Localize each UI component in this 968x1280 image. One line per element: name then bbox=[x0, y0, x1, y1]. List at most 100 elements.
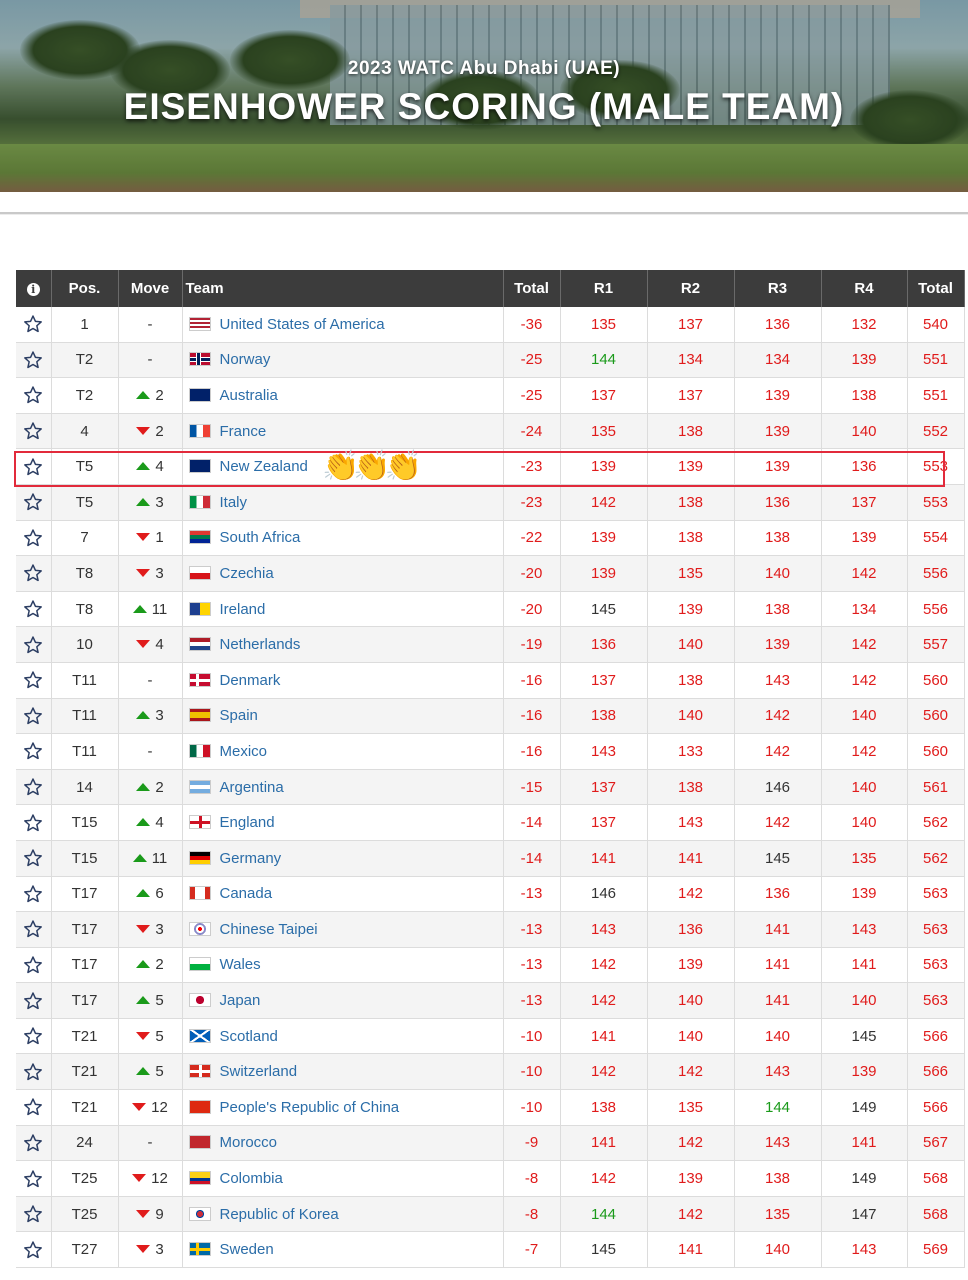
favorite-cell[interactable] bbox=[16, 769, 52, 806]
team-link[interactable]: Australia bbox=[220, 387, 278, 404]
team-link[interactable]: Wales bbox=[220, 956, 261, 973]
column-header-r4[interactable]: R4 bbox=[821, 270, 908, 307]
star-icon[interactable] bbox=[23, 920, 43, 938]
table-row[interactable]: T15 11 Germany -14 141 141 145 135 562 bbox=[16, 840, 965, 877]
favorite-cell[interactable] bbox=[16, 982, 52, 1019]
star-icon[interactable] bbox=[23, 564, 43, 582]
favorite-cell[interactable] bbox=[16, 555, 52, 592]
favorite-cell[interactable] bbox=[16, 1125, 52, 1162]
column-header-total-strokes[interactable]: Total bbox=[907, 270, 965, 307]
team-link[interactable]: Mexico bbox=[220, 743, 268, 760]
favorite-cell[interactable] bbox=[16, 876, 52, 913]
star-icon[interactable] bbox=[23, 1027, 43, 1045]
team-link[interactable]: Switzerland bbox=[220, 1063, 298, 1080]
favorite-cell[interactable] bbox=[16, 1196, 52, 1233]
column-header-team[interactable]: Team bbox=[182, 270, 504, 307]
favorite-cell[interactable] bbox=[16, 698, 52, 735]
star-icon[interactable] bbox=[23, 1098, 43, 1116]
table-row[interactable]: T17 6 Canada -13 146 142 136 139 563 bbox=[16, 876, 965, 913]
table-row[interactable]: T25 12 Colombia -8 142 139 138 149 568 bbox=[16, 1160, 965, 1197]
star-icon[interactable] bbox=[23, 315, 43, 333]
team-link[interactable]: Czechia bbox=[220, 565, 274, 582]
team-link[interactable]: Japan bbox=[220, 992, 261, 1009]
table-row[interactable]: T11- Mexico -16 143 133 142 142 560 bbox=[16, 733, 965, 770]
column-header-move[interactable]: Move bbox=[118, 270, 183, 307]
star-icon[interactable] bbox=[23, 778, 43, 796]
team-link[interactable]: Sweden bbox=[220, 1241, 274, 1258]
favorite-cell[interactable] bbox=[16, 804, 52, 841]
team-link[interactable]: Norway bbox=[220, 351, 271, 368]
star-icon[interactable] bbox=[23, 956, 43, 974]
favorite-cell[interactable] bbox=[16, 626, 52, 663]
table-row[interactable]: 10 4 Netherlands -19 136 140 139 142 557 bbox=[16, 626, 965, 663]
table-row[interactable]: T15 4 England -14 137 143 142 140 562 bbox=[16, 804, 965, 841]
team-link[interactable]: United States of America bbox=[220, 316, 385, 333]
table-row[interactable]: 1 - United States of America -36 135 137 136 13… bbox=[16, 307, 965, 343]
table-row[interactable]: T11 - Denmark -16 137 138 143 142 560 bbox=[16, 662, 965, 699]
column-header-r3[interactable]: R3 bbox=[734, 270, 822, 307]
star-icon[interactable] bbox=[23, 991, 43, 1009]
star-icon[interactable] bbox=[23, 386, 43, 404]
favorite-cell[interactable] bbox=[16, 377, 52, 414]
table-row[interactable]: T8 11 Ireland -20 145 139 138 134 556 bbox=[16, 591, 965, 628]
table-row[interactable]: T21 12 People's Republic of China -10 138 135… bbox=[16, 1089, 965, 1126]
favorite-cell[interactable] bbox=[16, 840, 52, 877]
favorite-cell[interactable] bbox=[16, 1160, 52, 1197]
team-link[interactable]: Scotland bbox=[220, 1028, 278, 1045]
favorite-cell[interactable] bbox=[16, 307, 52, 343]
favorite-cell[interactable] bbox=[16, 448, 52, 485]
star-icon[interactable] bbox=[23, 1063, 43, 1080]
info-header[interactable]: i bbox=[16, 270, 52, 307]
team-link[interactable]: South Africa bbox=[220, 529, 301, 546]
table-row[interactable]: T17 3 Chinese Taipei -13 143 136 141 143 563 bbox=[16, 911, 965, 948]
team-link[interactable]: Denmark bbox=[220, 672, 281, 689]
favorite-cell[interactable] bbox=[16, 733, 52, 770]
table-row[interactable]: 24- Morocco -9 141 142 143 141 567 bbox=[16, 1125, 965, 1162]
team-link[interactable]: France bbox=[220, 423, 267, 440]
team-link[interactable]: Netherlands bbox=[220, 636, 301, 653]
favorite-cell[interactable] bbox=[16, 591, 52, 628]
favorite-cell[interactable] bbox=[16, 1053, 52, 1091]
table-row[interactable]: T11 3 Spain -16 138 140 142 140 560 bbox=[16, 698, 965, 735]
team-link[interactable]: New Zealand bbox=[220, 458, 308, 475]
favorite-cell[interactable] bbox=[16, 911, 52, 948]
table-row[interactable]: T5 3 Italy -23 142 138 136 137 553 bbox=[16, 484, 965, 521]
star-icon[interactable] bbox=[23, 600, 43, 618]
star-icon[interactable] bbox=[23, 742, 43, 760]
favorite-cell[interactable] bbox=[16, 484, 52, 521]
star-icon[interactable] bbox=[23, 1241, 43, 1258]
team-link[interactable]: Chinese Taipei bbox=[220, 921, 318, 938]
team-link[interactable]: Italy bbox=[220, 494, 248, 511]
star-icon[interactable] bbox=[23, 1169, 43, 1187]
team-link[interactable]: Spain bbox=[220, 707, 258, 724]
star-icon[interactable] bbox=[23, 458, 43, 475]
star-icon[interactable] bbox=[23, 671, 43, 689]
table-row[interactable]: T21 5 Switzerland -10 142 142 143 139 566 bbox=[16, 1053, 965, 1091]
team-link[interactable]: Republic of Korea bbox=[220, 1206, 339, 1223]
star-icon[interactable] bbox=[23, 707, 43, 724]
favorite-cell[interactable] bbox=[16, 1018, 52, 1055]
team-link[interactable]: Morocco bbox=[220, 1134, 278, 1151]
table-row[interactable]: T2 2 Australia -25 137 137 139 138 551 bbox=[16, 377, 965, 414]
column-header-r1[interactable]: R1 bbox=[560, 270, 648, 307]
column-header-total-par[interactable]: Total bbox=[503, 270, 561, 307]
table-row[interactable]: 4 2 France -24 135 138 139 140 552 bbox=[16, 413, 965, 450]
table-row[interactable]: 14 2 Argentina -15 137 138 146 140 561 bbox=[16, 769, 965, 806]
team-link[interactable]: Argentina bbox=[220, 779, 284, 796]
team-link[interactable]: England bbox=[220, 814, 275, 831]
table-row[interactable]: T21 5 Scotland -10 141 140 140 145 566 bbox=[16, 1018, 965, 1055]
star-icon[interactable] bbox=[23, 493, 43, 511]
team-link[interactable]: People's Republic of China bbox=[220, 1099, 400, 1116]
star-icon[interactable] bbox=[23, 885, 43, 902]
favorite-cell[interactable] bbox=[16, 413, 52, 450]
team-link[interactable]: Germany bbox=[220, 850, 282, 867]
star-icon[interactable] bbox=[23, 813, 43, 831]
favorite-cell[interactable] bbox=[16, 1089, 52, 1126]
favorite-cell[interactable] bbox=[16, 520, 52, 557]
table-row[interactable]: T8 3 Czechia -20 139 135 140 142 556 bbox=[16, 555, 965, 592]
table-row[interactable]: T27 3 Sweden -7 145 141 140 143 569 bbox=[16, 1231, 965, 1269]
star-icon[interactable] bbox=[23, 849, 43, 867]
team-link[interactable]: Canada bbox=[220, 885, 273, 902]
favorite-cell[interactable] bbox=[16, 947, 52, 984]
favorite-cell[interactable] bbox=[16, 662, 52, 699]
